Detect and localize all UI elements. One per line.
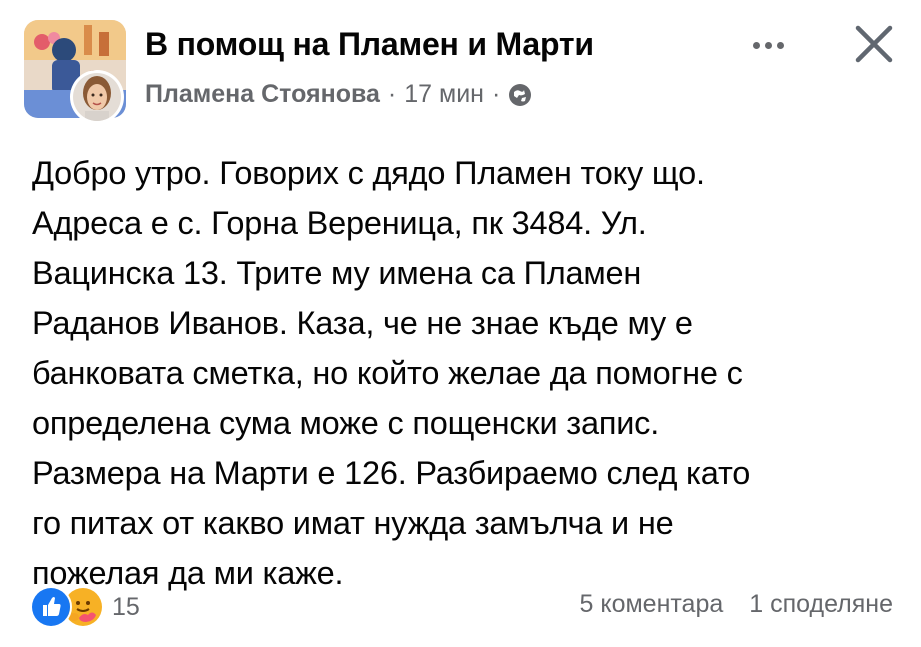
author-name[interactable]: Пламена Стоянова: [145, 80, 380, 109]
like-icon: [30, 586, 72, 628]
comments-count[interactable]: 5 коментара: [580, 590, 724, 619]
reactions-summary[interactable]: 15: [30, 586, 140, 628]
close-button[interactable]: [850, 20, 898, 68]
shares-count[interactable]: 1 споделяне: [749, 590, 893, 619]
meta-separator: ·: [387, 80, 397, 108]
post-body-text: Добро утро. Говорих с дядо Пламен току щ…: [32, 155, 751, 591]
post-time[interactable]: 17 мин: [404, 80, 484, 109]
group-name[interactable]: В помощ на Пламен и Марти: [145, 26, 594, 63]
engagement-stats: 5 коментара 1 споделяне: [580, 590, 894, 619]
post-footer: 15 5 коментара 1 споделяне: [0, 580, 921, 640]
reaction-count: 15: [112, 592, 140, 621]
dot: [764, 41, 772, 49]
meta-separator: ·: [491, 80, 501, 108]
author-avatar[interactable]: [70, 70, 124, 124]
more-options-button[interactable]: [738, 30, 798, 60]
post-meta: Пламена Стоянова · 17 мин ·: [145, 80, 532, 109]
dot: [752, 41, 760, 49]
globe-icon: [508, 83, 532, 107]
dot: [776, 41, 784, 49]
post-header: В помощ на Пламен и Марти Пламена Стояно…: [0, 0, 921, 130]
close-icon: [855, 25, 893, 63]
